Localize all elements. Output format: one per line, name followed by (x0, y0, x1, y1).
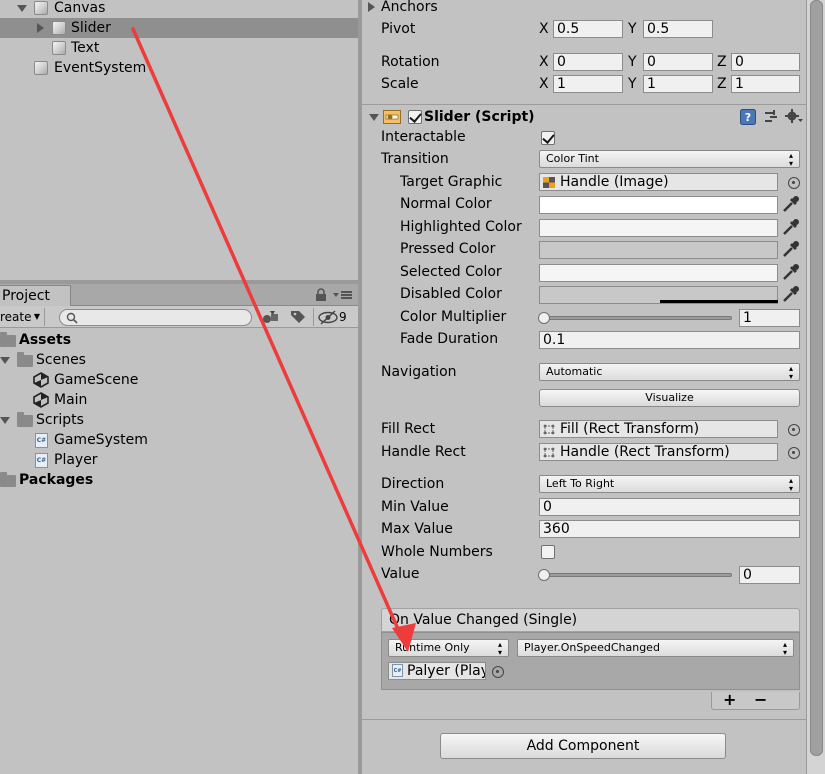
annotation-arrow-head (392, 623, 416, 652)
annotation-arrow-line (131, 27, 404, 640)
annotation-arrow-overlay (131, 27, 416, 652)
